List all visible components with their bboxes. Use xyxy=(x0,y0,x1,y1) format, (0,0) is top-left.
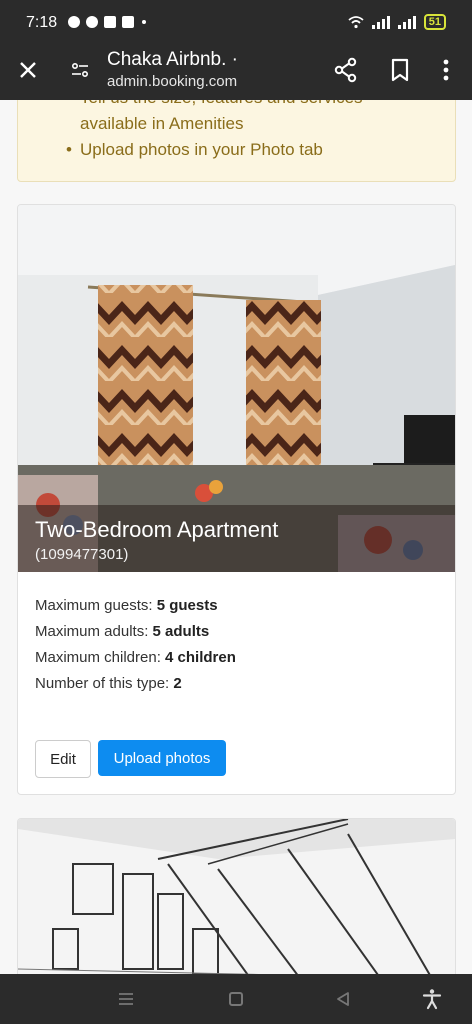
bookmark-icon[interactable] xyxy=(386,56,414,84)
accessibility-icon[interactable] xyxy=(421,988,443,1010)
spec-label: Maximum children: xyxy=(35,649,166,666)
upload-photos-button[interactable]: Upload photos xyxy=(98,740,226,776)
tips-box: Tell us the size, features and services … xyxy=(17,100,456,182)
browser-toolbar: Chaka Airbnb. · admin.booking.com xyxy=(0,44,472,100)
messenger-icon xyxy=(86,16,98,28)
spec-row: Maximum children: 4 children xyxy=(35,645,236,671)
room-photo[interactable] xyxy=(18,819,455,974)
room-card: Two-Bedroom Apartment (1099477301) Maxim… xyxy=(17,204,456,795)
share-icon[interactable] xyxy=(332,56,360,84)
messenger-icon xyxy=(68,16,80,28)
system-navigation-bar xyxy=(0,974,472,1024)
page-content[interactable]: Tell us the size, features and services … xyxy=(0,100,472,974)
tip-item: Upload photos in your Photo tab xyxy=(66,137,455,163)
room-name: Two-Bedroom Apartment xyxy=(35,517,279,542)
tip-item-continuation: available in Amenities xyxy=(80,114,244,133)
spec-value: 5 guests xyxy=(156,597,218,614)
spec-value: 2 xyxy=(173,675,182,692)
edit-button[interactable]: Edit xyxy=(35,740,91,778)
status-bar: 7:18 51 xyxy=(0,0,472,44)
spec-row: Maximum guests: 5 guests xyxy=(35,593,236,619)
calendar-icon xyxy=(104,16,116,28)
signal-icon xyxy=(397,15,416,29)
spec-row: Number of this type: 2 xyxy=(35,671,236,697)
recent-apps-icon[interactable] xyxy=(118,993,134,1005)
system-icons: 51 xyxy=(348,14,446,30)
home-icon[interactable] xyxy=(229,992,243,1006)
back-icon[interactable] xyxy=(335,991,351,1007)
spec-label: Maximum adults: xyxy=(35,623,153,640)
more-options-icon[interactable] xyxy=(434,56,458,84)
room-id: (1099477301) xyxy=(35,546,129,563)
battery-icon: 51 xyxy=(423,14,446,30)
tip-item: Tell us the size, features and services xyxy=(66,100,455,111)
close-icon[interactable] xyxy=(14,56,42,84)
page-url[interactable]: admin.booking.com xyxy=(107,73,237,90)
spec-label: Maximum guests: xyxy=(35,597,157,614)
wifi-icon xyxy=(348,16,364,29)
spec-value: 4 children xyxy=(165,649,236,666)
spec-label: Number of this type: xyxy=(35,675,174,692)
signal-icon xyxy=(371,15,390,29)
spec-row: Maximum adults: 5 adults xyxy=(35,619,236,645)
youtube-icon xyxy=(122,16,134,28)
status-time: 7:18 xyxy=(26,14,58,31)
more-notifications-icon xyxy=(142,20,146,24)
room-card xyxy=(17,818,456,974)
site-settings-icon[interactable] xyxy=(68,58,92,82)
page-title: Chaka Airbnb. · xyxy=(107,49,238,70)
notification-icons xyxy=(68,16,146,28)
room-specs: Maximum guests: 5 guests Maximum adults:… xyxy=(35,593,236,697)
spec-value: 5 adults xyxy=(152,623,210,640)
